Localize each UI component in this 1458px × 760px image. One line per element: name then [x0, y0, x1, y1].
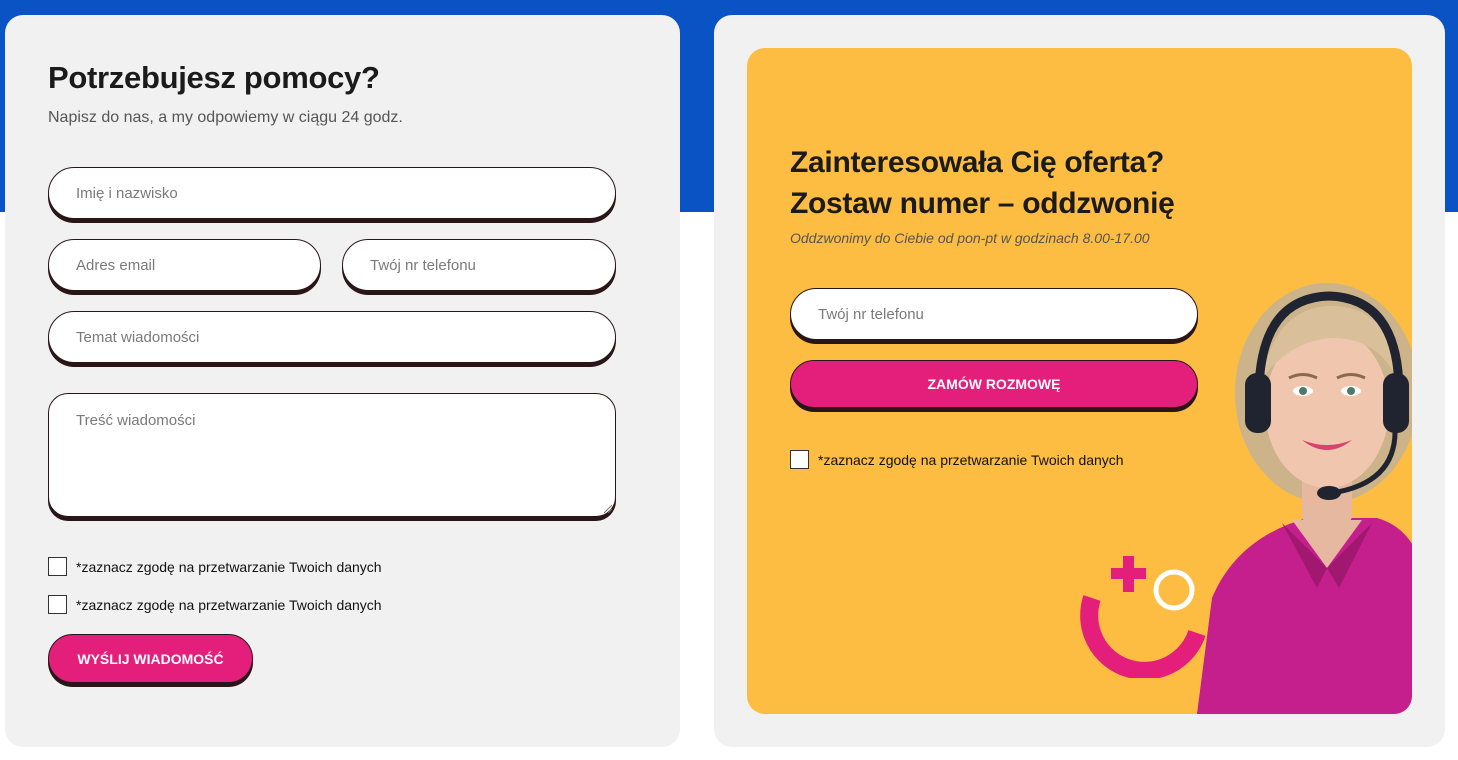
callback-hours-note: Oddzwonimy do Ciebie od pon-pt w godzina…: [790, 230, 1150, 246]
callback-consent-row: *zaznacz zgodę na przetwarzanie Twoich d…: [790, 450, 1124, 469]
phone-field[interactable]: Twój nr telefonu: [342, 239, 616, 291]
subject-field-placeholder: Temat wiadomości: [76, 328, 200, 346]
contact-form-subtitle: Napisz do nas, a my odpowiemy w ciągu 24…: [48, 109, 403, 126]
message-textarea[interactable]: Treść wiadomości: [48, 393, 616, 517]
order-call-label: ZAMÓW ROZMOWĘ: [927, 376, 1061, 392]
callback-promo-panel: Zainteresowała Cię oferta? Zostaw numer …: [747, 48, 1412, 714]
contact-form-card: Potrzebujesz pomocy? Napisz do nas, a my…: [5, 15, 680, 747]
email-field[interactable]: Adres email: [48, 239, 321, 291]
consent-label-1: *zaznacz zgodę na przetwarzanie Twoich d…: [76, 558, 382, 575]
callback-phone-placeholder: Twój nr telefonu: [818, 305, 924, 323]
email-field-placeholder: Adres email: [76, 256, 156, 274]
callback-title: Zainteresowała Cię oferta? Zostaw numer …: [790, 142, 1175, 224]
phone-field-placeholder: Twój nr telefonu: [370, 256, 476, 274]
subject-field[interactable]: Temat wiadomości: [48, 311, 616, 363]
name-field-placeholder: Imię i nazwisko: [76, 184, 178, 202]
consent-checkbox-2[interactable]: [48, 595, 67, 614]
consent-row-2: *zaznacz zgodę na przetwarzanie Twoich d…: [48, 595, 382, 614]
call-center-operator-image: [1197, 283, 1412, 714]
callback-consent-checkbox[interactable]: [790, 450, 809, 469]
message-textarea-placeholder: Treść wiadomości: [76, 412, 196, 429]
resize-grip-icon[interactable]: [602, 503, 612, 513]
send-message-label: WYŚLIJ WIADOMOŚĆ: [77, 650, 224, 667]
consent-row-1: *zaznacz zgodę na przetwarzanie Twoich d…: [48, 557, 382, 576]
callback-title-line-1: Zainteresowała Cię oferta?: [790, 146, 1164, 179]
callback-title-line-2: Zostaw numer – oddzwonię: [790, 187, 1175, 220]
name-field[interactable]: Imię i nazwisko: [48, 167, 616, 219]
consent-checkbox-1[interactable]: [48, 557, 67, 576]
send-message-button[interactable]: WYŚLIJ WIADOMOŚĆ: [48, 634, 253, 683]
callback-card: Zainteresowała Cię oferta? Zostaw numer …: [714, 15, 1445, 747]
contact-form-title: Potrzebujesz pomocy?: [48, 60, 380, 95]
consent-label-2: *zaznacz zgodę na przetwarzanie Twoich d…: [76, 596, 382, 613]
